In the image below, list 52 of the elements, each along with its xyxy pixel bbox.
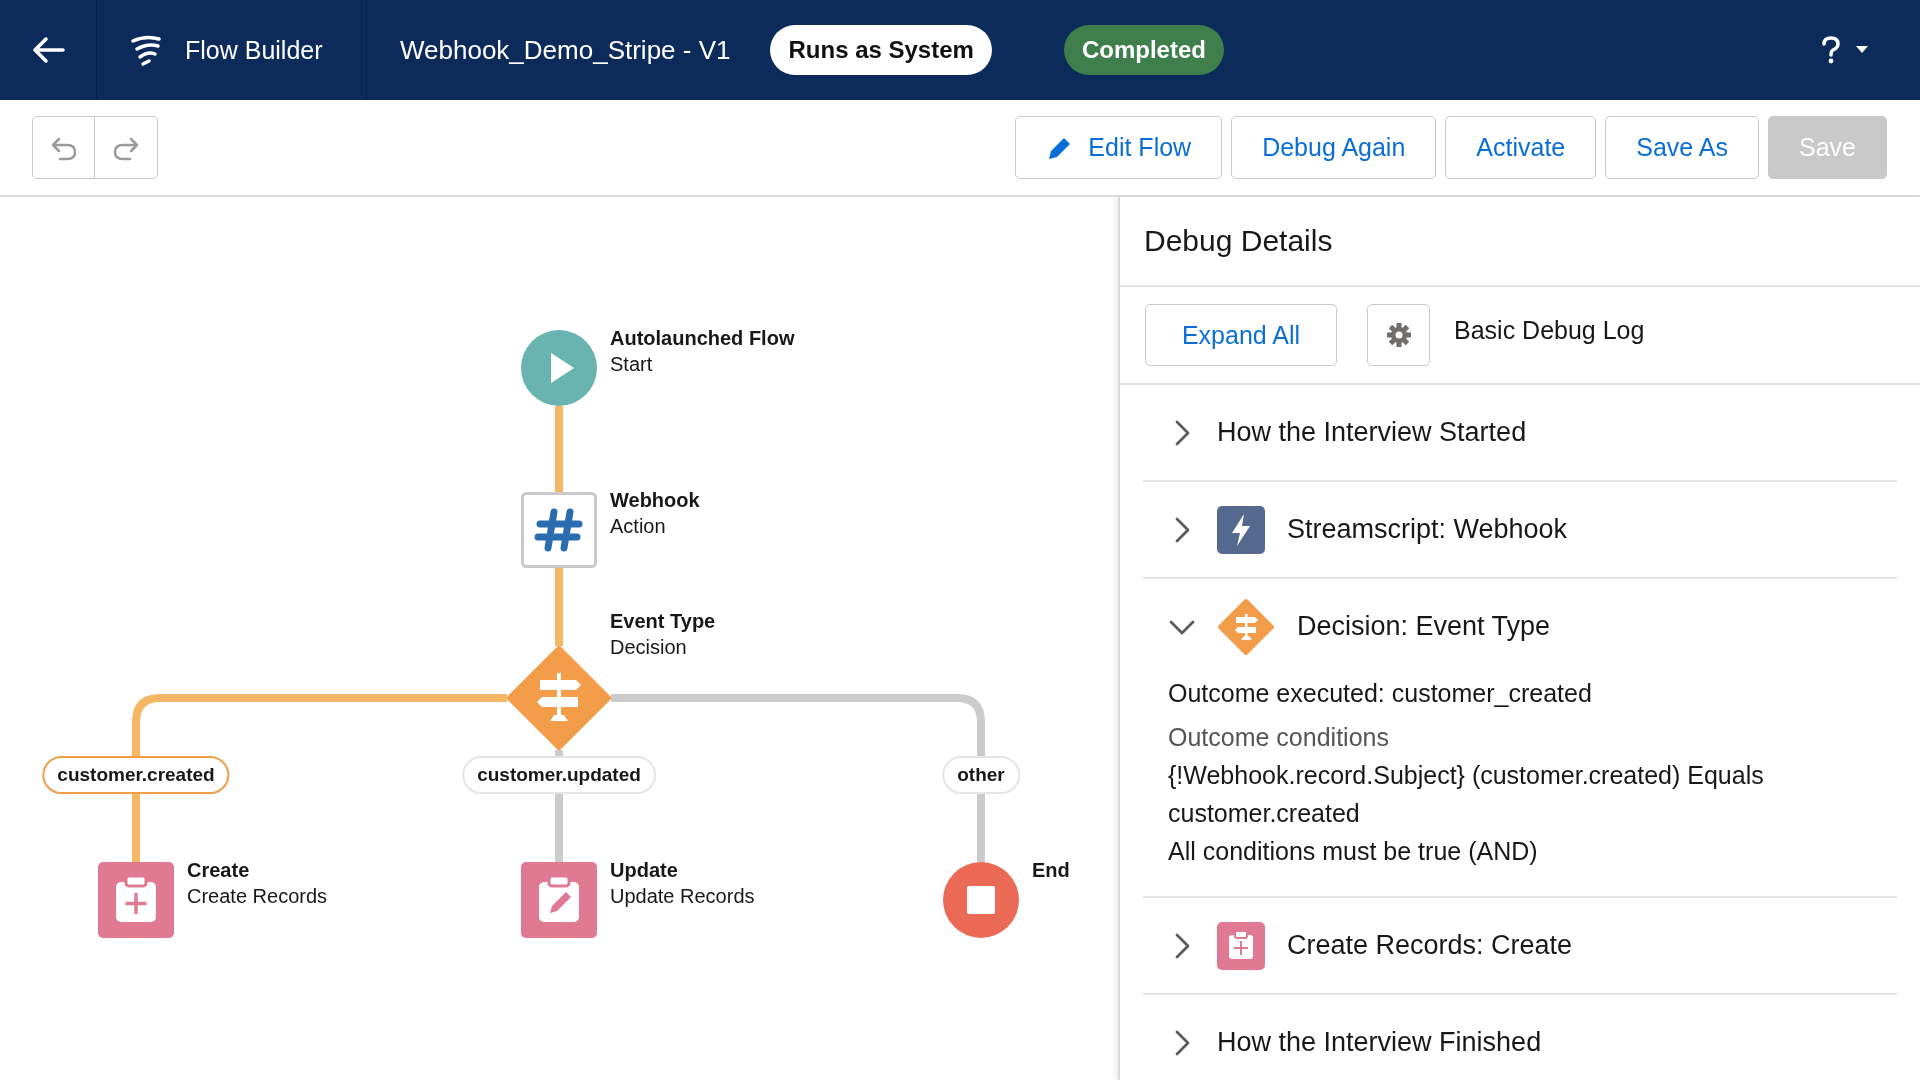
section-header[interactable]: How the Interview Finished [1143, 995, 1897, 1080]
settings-button[interactable] [1367, 304, 1430, 366]
node-subtitle: Create Records [187, 884, 328, 909]
section-header[interactable]: Streamscript: Webhook [1143, 482, 1897, 577]
connector-line [977, 794, 985, 862]
toolbar-button[interactable]: Save As [1605, 116, 1759, 179]
outcome-label[interactable]: customer.updated [462, 756, 656, 794]
outcome-label[interactable]: other [942, 756, 1020, 794]
help-icon[interactable] [1820, 35, 1842, 65]
status-badge: Completed [1063, 25, 1224, 75]
connector-line [132, 794, 140, 862]
node-title: Webhook [610, 488, 700, 513]
node-subtitle: Action [610, 514, 667, 539]
toolbar-button[interactable]: Edit Flow [1015, 116, 1223, 179]
node-title: Create [187, 858, 251, 883]
detail-heading: Outcome conditions [1168, 722, 1390, 753]
caret-down-icon[interactable] [1856, 46, 1868, 54]
node-subtitle: Decision [610, 635, 688, 660]
redo-button[interactable] [95, 116, 158, 179]
back-arrow-icon[interactable] [31, 36, 65, 64]
undo-button[interactable] [32, 116, 95, 179]
flow-logo-icon [129, 33, 163, 67]
toolbar-button[interactable]: Debug Again [1231, 116, 1437, 179]
connector-line [555, 794, 563, 862]
node-title: Autolaunched Flow [610, 326, 795, 351]
settings-icon[interactable] [1385, 322, 1412, 348]
section-header[interactable]: Decision: Event Type [1143, 579, 1897, 674]
clipboard-plus-icon[interactable] [98, 862, 174, 938]
expand-all-button[interactable]: Expand All [1145, 304, 1337, 366]
node-title: End [1032, 858, 1070, 883]
panel-title: Debug Details [1144, 224, 1333, 258]
node-title: Update [610, 858, 679, 883]
node-title: Event Type [610, 609, 716, 634]
run-mode-badge: Runs as System [770, 25, 992, 75]
clipboard-plus-icon [1217, 921, 1265, 970]
app-name: Flow Builder [185, 35, 323, 65]
flow-title: Webhook_Demo_Stripe - V1 [400, 34, 731, 66]
detail-text: All conditions must be true (AND) [1168, 836, 1539, 867]
node-subtitle: Start [610, 352, 654, 377]
hashtag-icon[interactable] [521, 492, 597, 568]
section-header[interactable]: How the Interview Started [1143, 385, 1897, 480]
detail-text: {!Webhook.record.Subject} (customer.created) Equals customer.created [1168, 760, 1765, 829]
outcome-label[interactable]: customer.created [42, 756, 230, 794]
detail-text: Outcome executed: customer_created [1168, 678, 1593, 709]
toolbar-button[interactable]: Activate [1445, 116, 1597, 179]
clipboard-pencil-icon[interactable] [521, 862, 597, 938]
signpost-diamond-icon [1217, 597, 1275, 656]
log-level-label: Basic Debug Log [1454, 315, 1645, 345]
stop-icon[interactable] [943, 862, 1019, 938]
section-header[interactable]: Create Records: Create [1143, 898, 1897, 993]
lightning-icon [1217, 505, 1265, 554]
node-subtitle: Update Records [610, 884, 755, 909]
